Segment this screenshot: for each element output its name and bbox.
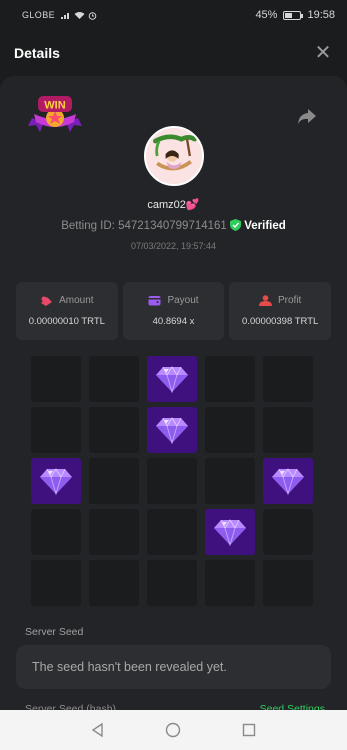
grid-tile[interactable]: [89, 407, 139, 453]
grid-tile[interactable]: [205, 407, 255, 453]
stat-payout-label: Payout: [167, 295, 199, 306]
verified-label: Verified: [244, 220, 286, 232]
stat-payout: Payout 40.8694 x: [122, 282, 225, 340]
betting-id-label: Betting ID:: [61, 220, 115, 232]
details-panel: WIN camz02💕 Betting ID: 5472134079971416…: [0, 76, 347, 716]
stat-payout-value: 40.8694 x: [152, 316, 195, 327]
grid-tile[interactable]: [31, 509, 81, 555]
grid-tile[interactable]: [205, 458, 255, 504]
grid-tile[interactable]: [263, 407, 313, 453]
grid-tile[interactable]: [263, 560, 313, 606]
verified-shield-icon: [230, 219, 242, 231]
avatar-image: [146, 128, 202, 184]
alarm-icon: [88, 11, 97, 20]
battery-icon: [283, 10, 304, 20]
server-seed-value: The seed hasn't been revealed yet.: [32, 660, 227, 674]
stat-profit-value: 0.00000398 TRTL: [242, 316, 319, 327]
gem-icon: [40, 468, 72, 495]
grid-tile[interactable]: [263, 509, 313, 555]
betting-id-value: 54721340799714161: [118, 220, 227, 232]
coins-icon: [259, 295, 272, 306]
back-triangle-icon: [91, 723, 103, 737]
clock: 19:58: [307, 9, 335, 21]
grid-tile-gem[interactable]: [147, 407, 197, 453]
grid-tile[interactable]: [147, 560, 197, 606]
stat-amount: Amount 0.00000010 TRTL: [16, 282, 118, 340]
grid-tile[interactable]: [205, 560, 255, 606]
grid-tile[interactable]: [31, 407, 81, 453]
wifi-icon: [74, 12, 85, 19]
avatar: [144, 126, 204, 186]
signal-icons: [61, 11, 97, 20]
grid-tile[interactable]: [147, 509, 197, 555]
stat-amount-label: Amount: [59, 295, 94, 306]
home-button[interactable]: [163, 720, 183, 740]
grid-tile[interactable]: [89, 560, 139, 606]
battery-percent: 45%: [255, 9, 278, 21]
recents-button[interactable]: [239, 720, 259, 740]
stat-profit: Profit 0.00000398 TRTL: [229, 282, 332, 340]
grid-tile[interactable]: [89, 356, 139, 402]
grid-tile[interactable]: [263, 356, 313, 402]
grid-tile[interactable]: [205, 356, 255, 402]
server-seed-label: Server Seed: [25, 626, 84, 638]
grid-tile[interactable]: [89, 509, 139, 555]
heart-emoji: 💕: [185, 199, 200, 211]
money-icon: [41, 296, 53, 306]
recents-square-icon: [242, 723, 256, 737]
stat-amount-value: 0.00000010 TRTL: [28, 316, 105, 327]
back-button[interactable]: [88, 720, 108, 740]
signal-icon: [61, 13, 70, 19]
grid-tile[interactable]: [31, 560, 81, 606]
betting-id-row: Betting ID: 54721340799714161 Verified: [0, 219, 347, 232]
win-badge-icon: WIN: [28, 96, 82, 132]
grid-tile-gem[interactable]: [205, 509, 255, 555]
grid-tile[interactable]: [89, 458, 139, 504]
carrier-label: GLOBE: [22, 10, 56, 20]
username-text: camz02: [147, 199, 186, 211]
username: camz02💕: [0, 198, 347, 211]
game-grid: [31, 356, 315, 608]
grid-tile[interactable]: [31, 356, 81, 402]
gem-icon: [156, 417, 188, 444]
details-header: Details ✕: [0, 30, 347, 76]
grid-tile-gem[interactable]: [147, 356, 197, 402]
gem-icon: [272, 468, 304, 495]
grid-tile[interactable]: [147, 458, 197, 504]
bet-timestamp: 07/03/2022, 19:57:44: [130, 241, 217, 251]
share-icon[interactable]: [297, 106, 317, 126]
page-title: Details: [14, 45, 60, 61]
status-bar: GLOBE 45% 19:58: [0, 0, 347, 30]
system-nav-bar: [0, 710, 347, 750]
grid-tile-gem[interactable]: [31, 458, 81, 504]
win-badge-text: WIN: [44, 100, 65, 112]
wallet-icon: [148, 296, 161, 306]
stat-profit-label: Profit: [278, 295, 302, 306]
close-icon[interactable]: ✕: [313, 43, 333, 63]
server-seed-field: The seed hasn't been revealed yet.: [16, 645, 331, 689]
status-right: 45% 19:58: [255, 9, 335, 21]
gem-icon: [214, 519, 246, 546]
stats-row: Amount 0.00000010 TRTL Payout 40.8694 x …: [16, 282, 332, 340]
home-circle-icon: [166, 722, 181, 738]
grid-tile-gem[interactable]: [263, 458, 313, 504]
gem-icon: [156, 366, 188, 393]
